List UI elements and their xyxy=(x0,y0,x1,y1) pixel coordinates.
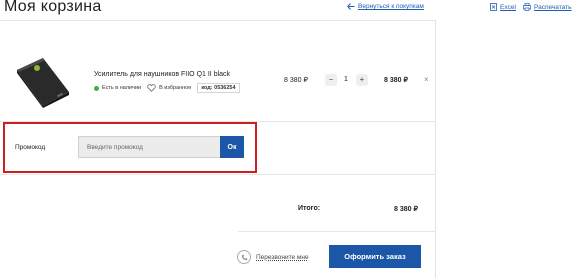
callback-link[interactable]: Перезвоните мне xyxy=(237,250,309,264)
item-total-price: 8 380 ₽ xyxy=(384,77,408,84)
excel-link[interactable]: Excel xyxy=(490,3,516,11)
print-link[interactable]: Распечатать xyxy=(523,3,572,11)
arrow-left-icon xyxy=(347,3,355,10)
promo-label: Промокод xyxy=(15,144,46,151)
product-image[interactable] xyxy=(13,56,73,108)
checkout-button[interactable]: Оформить заказ xyxy=(329,245,421,268)
summary-divider xyxy=(238,231,436,232)
add-to-favorites-button[interactable]: В избранное xyxy=(147,84,191,92)
excel-label: Excel xyxy=(500,3,516,11)
header-divider xyxy=(0,20,436,21)
promo-divider xyxy=(0,174,436,175)
promo-apply-button[interactable]: Ок xyxy=(220,136,244,158)
availability-status: Есть в наличии xyxy=(94,85,141,91)
product-code: код: 0536254 xyxy=(197,83,240,93)
right-panel-divider xyxy=(435,20,436,278)
product-name[interactable]: Усилитель для наушников FIIO Q1 II black xyxy=(94,71,230,78)
total-value: 8 380 ₽ xyxy=(394,206,418,213)
product-meta: Есть в наличии В избранное код: 0536254 xyxy=(94,83,240,93)
remove-item-button[interactable]: × xyxy=(424,75,429,84)
availability-label: Есть в наличии xyxy=(102,85,142,91)
printer-icon xyxy=(523,3,531,11)
quantity-value[interactable]: 1 xyxy=(339,76,353,83)
back-to-shopping-label: Вернуться к покупкам xyxy=(358,3,424,10)
page-title: Моя корзина xyxy=(4,0,102,15)
in-stock-dot-icon xyxy=(94,85,99,91)
unit-price: 8 380 ₽ xyxy=(284,77,308,84)
back-to-shopping-link[interactable]: Вернуться к покупкам xyxy=(347,3,424,10)
promo-code-input[interactable] xyxy=(78,136,220,158)
phone-icon xyxy=(237,250,251,264)
excel-icon xyxy=(490,3,497,11)
print-label: Распечатать xyxy=(534,3,572,11)
total-label: Итого: xyxy=(298,205,321,212)
callback-label: Перезвоните мне xyxy=(256,253,309,261)
quantity-decrease-button[interactable]: − xyxy=(325,74,337,86)
heart-icon xyxy=(147,84,156,92)
favorite-label: В избранное xyxy=(159,85,192,91)
quantity-increase-button[interactable]: + xyxy=(356,74,368,86)
